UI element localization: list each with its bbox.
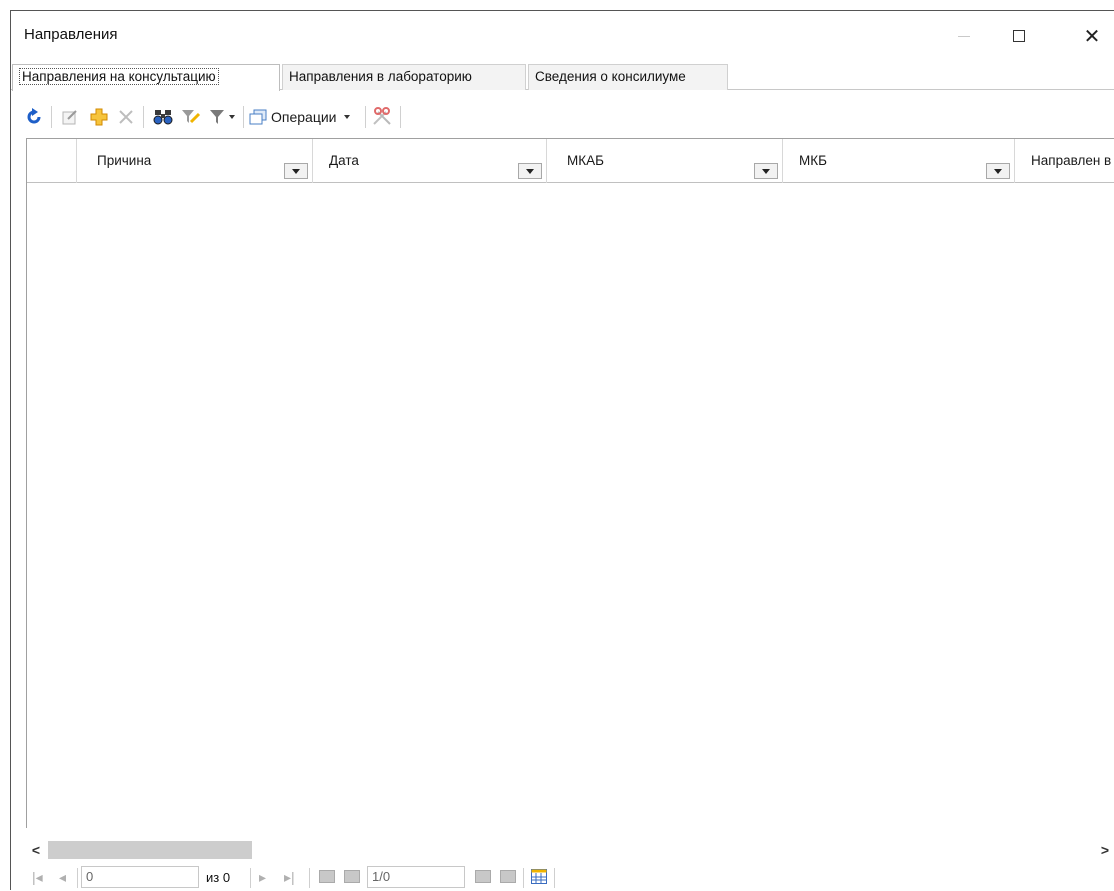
chevron-down-icon <box>229 115 235 119</box>
add-button[interactable] <box>89 106 109 128</box>
last-record-icon[interactable]: ▸| <box>284 869 295 885</box>
directions-window: Направления ✕ Направления на консультаци… <box>10 10 1114 890</box>
window-title: Направления <box>24 26 118 43</box>
previous-record-icon[interactable]: ◂ <box>59 869 66 885</box>
refresh-button[interactable] <box>25 106 43 128</box>
tab-lab-referrals[interactable]: Направления в лабораторию <box>282 64 526 90</box>
column-filter-button[interactable] <box>518 163 542 179</box>
search-button[interactable] <box>153 106 173 128</box>
column-filter-button[interactable] <box>754 163 778 179</box>
column-header-referred-to[interactable]: Направлен в <box>1015 139 1114 183</box>
operations-label: Операции <box>271 109 337 125</box>
record-navigator: |◂ ◂ 0 из 0 ▸ ▸| 1/0 <box>26 863 1114 891</box>
navigator-separator <box>250 868 251 888</box>
chevron-down-icon <box>343 115 350 119</box>
first-record-icon[interactable]: |◂ <box>32 869 43 885</box>
navigator-separator <box>523 868 524 888</box>
row-header-corner <box>27 139 77 183</box>
chevron-down-icon <box>762 168 770 174</box>
search-binoculars-icon <box>153 110 173 125</box>
toolbar-separator <box>243 106 244 128</box>
minimize-button[interactable] <box>941 11 987 61</box>
next-record-icon[interactable]: ▸ <box>259 869 266 885</box>
column-label: Дата <box>329 153 359 168</box>
next-page-icon[interactable] <box>475 870 491 883</box>
tab-consilium-info[interactable]: Сведения о консилиуме <box>528 64 728 90</box>
horizontal-scrollbar[interactable]: < > <box>26 840 1114 860</box>
maximize-icon <box>1013 30 1025 42</box>
navigator-separator <box>554 868 555 888</box>
delete-button[interactable] <box>117 106 135 128</box>
record-position-input[interactable]: 0 <box>81 866 199 888</box>
column-header-date[interactable]: Дата <box>313 139 547 183</box>
filter-icon <box>210 110 224 124</box>
toolbar-separator <box>143 106 144 128</box>
tab-consultation-referrals[interactable]: Направления на консультацию <box>12 64 280 91</box>
navigator-separator <box>309 868 310 888</box>
scroll-left-button[interactable]: < <box>26 840 46 860</box>
grid-header: Причина Дата МКАБ МКБ Направлен в <box>27 139 1114 183</box>
add-icon <box>90 108 108 126</box>
prev-page-icon[interactable] <box>319 870 335 883</box>
column-header-mkab[interactable]: МКАБ <box>547 139 783 183</box>
tools-button[interactable] <box>371 106 393 128</box>
tab-label: Сведения о консилиуме <box>535 69 686 84</box>
chevron-down-icon <box>994 168 1002 174</box>
column-label: МКБ <box>799 153 827 168</box>
column-header-mkb[interactable]: МКБ <box>783 139 1015 183</box>
page-position-input[interactable]: 1/0 <box>367 866 465 888</box>
refresh-icon <box>27 108 41 124</box>
column-header-reason[interactable]: Причина <box>77 139 313 183</box>
toolbar-separator <box>51 106 52 128</box>
maximize-button[interactable] <box>996 11 1042 61</box>
title-bar: Направления ✕ <box>11 11 1114 61</box>
tab-label: Направления в лабораторию <box>289 69 472 84</box>
column-filter-button[interactable] <box>986 163 1010 179</box>
toolbar: Операции <box>11 96 1114 138</box>
toolbar-separator <box>365 106 366 128</box>
filter-dropdown-button[interactable] <box>209 106 235 128</box>
grid-view-button[interactable] <box>531 869 547 887</box>
close-button[interactable]: ✕ <box>1069 11 1114 61</box>
column-label: Направлен в <box>1031 153 1112 168</box>
tab-label: Направления на консультацию <box>19 68 219 85</box>
clear-filter-icon <box>182 110 201 124</box>
delete-icon <box>119 110 133 124</box>
column-filter-button[interactable] <box>284 163 308 179</box>
toolbar-separator <box>400 106 401 128</box>
table-icon <box>531 869 547 884</box>
column-label: МКАБ <box>567 153 604 168</box>
minimize-icon <box>958 35 970 37</box>
navigator-separator <box>77 868 78 888</box>
column-label: Причина <box>97 153 152 168</box>
record-count-label: из 0 <box>206 870 231 885</box>
edit-icon <box>62 110 77 125</box>
clear-filter-button[interactable] <box>181 106 201 128</box>
edit-button[interactable] <box>61 106 79 128</box>
operations-icon <box>249 109 267 125</box>
close-icon: ✕ <box>1083 25 1101 48</box>
chevron-down-icon <box>292 168 300 174</box>
last-page-icon[interactable] <box>500 870 516 883</box>
tools-icon <box>373 107 391 125</box>
tab-strip: Направления на консультацию Направления … <box>11 64 1114 91</box>
scroll-right-button[interactable]: > <box>1095 840 1114 860</box>
referrals-grid: Причина Дата МКАБ МКБ Направлен в <box>26 138 1114 828</box>
operations-menu-button[interactable]: Операции <box>249 106 350 128</box>
chevron-down-icon <box>526 168 534 174</box>
scrollbar-thumb[interactable] <box>48 841 252 859</box>
page-icon[interactable] <box>344 870 360 883</box>
